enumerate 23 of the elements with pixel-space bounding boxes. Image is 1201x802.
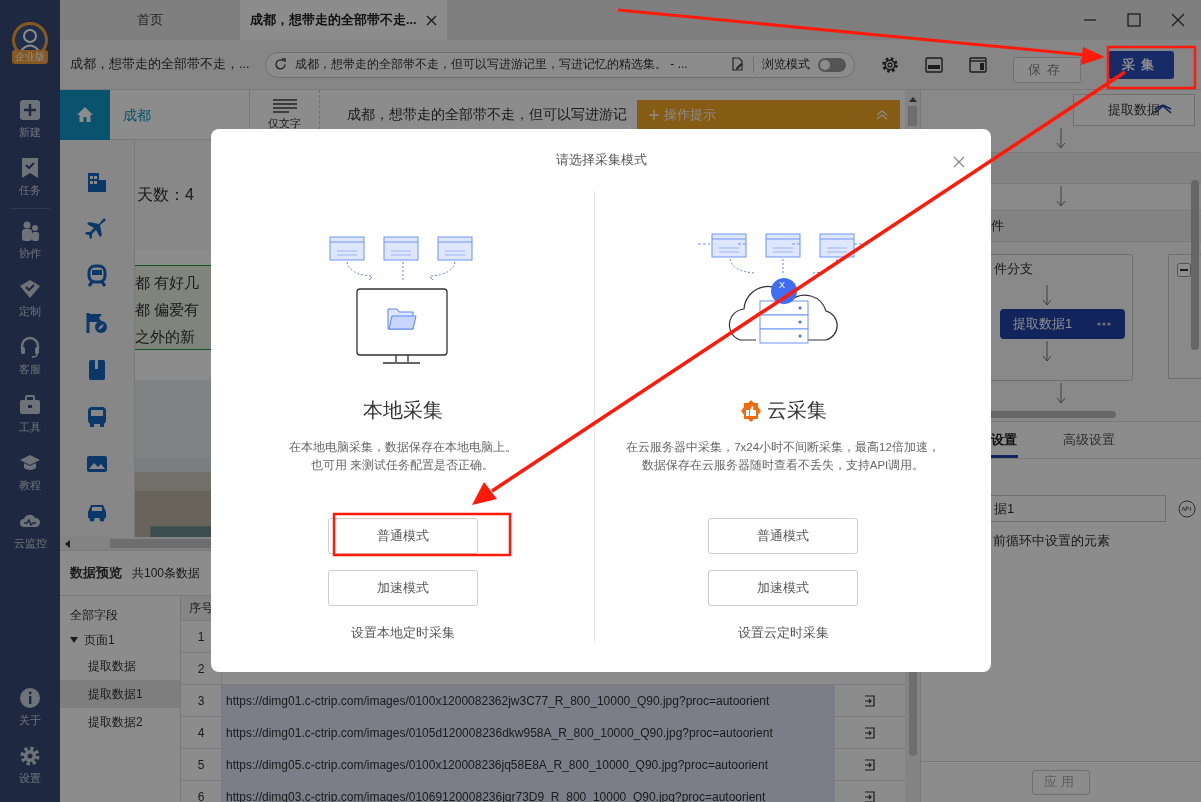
- table-cell: https://dimg01.c-ctrip.com/images/0100x1200082362jw3C77_R_800_10000_Q90.jpg?proc=autoorient: [222, 685, 835, 716]
- dialog-title: 请选择采集模式: [555, 151, 647, 169]
- description-line: 也可用 来测试任务配置是否正确。: [310, 458, 495, 473]
- description-line: 数据保存在云服务器随时查看不丢失，支持API调用。: [641, 458, 925, 473]
- page-headline: 成都，想带走的全部带不走，但可以写进游记: [346, 105, 627, 124]
- days-text: 天数：4: [136, 184, 194, 205]
- description-line: 在云服务器中采集，7x24小时不间断采集，最高12倍加速，: [626, 440, 940, 455]
- option-title: 云采集: [766, 398, 827, 423]
- highlight-text: 都 偏爱有: [135, 300, 200, 320]
- branch-label: 件分支: [993, 260, 1033, 278]
- table-cell: https://dimg01.c-ctrip.com/images/0105d120008236dkw958A_R_800_10000_Q90.jpg?proc=autoorient: [222, 717, 835, 748]
- record-count: 共100条数据: [132, 564, 201, 582]
- option-title: 本地采集: [362, 398, 443, 423]
- description-line: 在本地电脑采集，数据保存在本地电脑上。: [288, 440, 517, 455]
- option-text: 前循环中设置的元素: [992, 532, 1111, 550]
- tips-title: 操作提示: [664, 106, 716, 124]
- highlight-text: 之外的新: [135, 327, 195, 347]
- page-title: 成都，想带走的全部带不走，...: [70, 56, 251, 73]
- table-cell: https://dimg05.c-ctrip.com/images/0100x120008236jq58E8A_R_800_10000_Q90.jpg?proc=autoorient: [222, 749, 835, 780]
- preview-title: 数据预览: [70, 564, 122, 582]
- browse-mode-label: 浏览模式: [762, 56, 810, 73]
- highlight-text: 都 有好几: [135, 273, 200, 293]
- speed-label: X: [779, 280, 785, 290]
